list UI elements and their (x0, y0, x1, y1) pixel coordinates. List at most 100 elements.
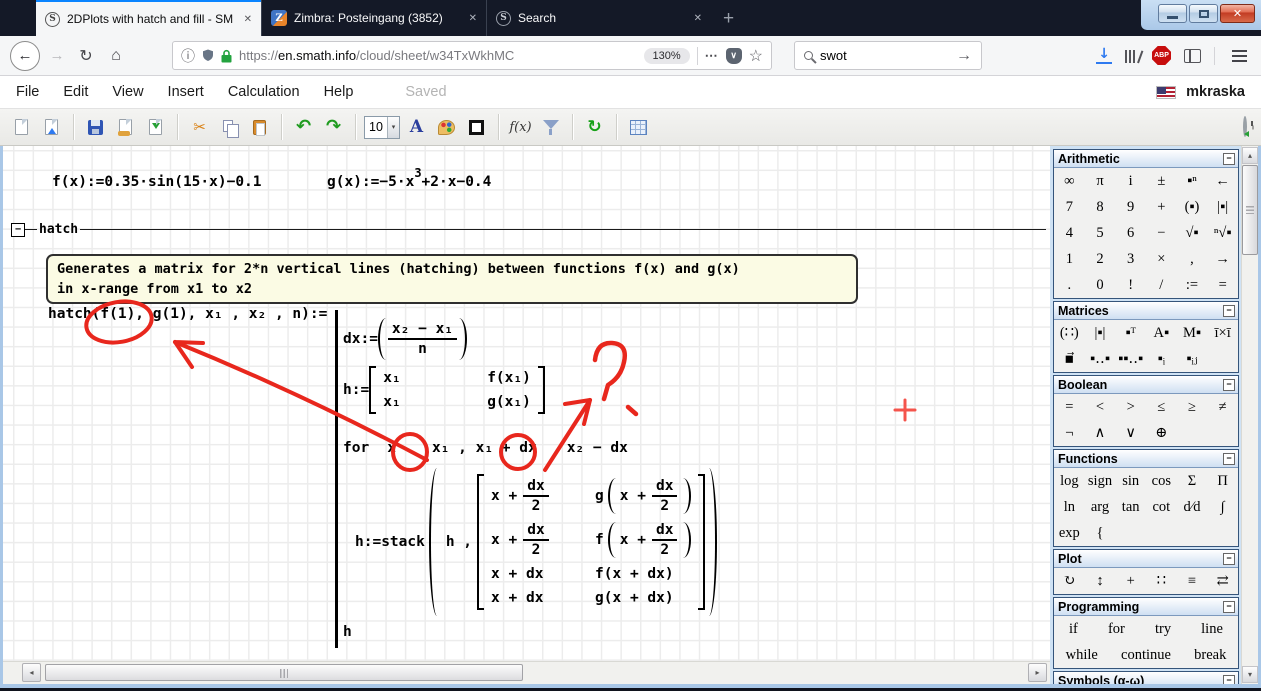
palette-button[interactable]: (▪) (1177, 194, 1208, 220)
palette-button[interactable]: ¬ (1054, 420, 1085, 446)
font-size-select[interactable]: 10 ▾ (364, 116, 400, 139)
scroll-left-button[interactable]: ◂ (22, 663, 41, 682)
palette-button[interactable]: tan (1115, 494, 1146, 520)
collapse-section-button[interactable]: − (1223, 601, 1235, 613)
reload-button[interactable]: ↻ (74, 46, 98, 66)
palette-button[interactable]: ↻ (1054, 568, 1085, 594)
palette-button[interactable]: ∫ (1207, 494, 1238, 520)
palette-button[interactable]: ≤ (1146, 394, 1177, 420)
palette-button[interactable]: Π (1207, 468, 1238, 494)
collapse-section-button[interactable]: − (1223, 379, 1235, 391)
palette-button[interactable]: for (1104, 616, 1129, 642)
palette-button[interactable]: line (1197, 616, 1227, 642)
home-button[interactable]: ⌂ (104, 47, 128, 65)
paste-button[interactable] (246, 114, 273, 141)
for-loop-line[interactable]: for x x₁ , x₁ + dx x₂ − dx (343, 440, 628, 456)
section-label[interactable]: hatch (37, 222, 80, 237)
new-sheet-button[interactable] (8, 114, 35, 141)
cut-button[interactable]: ✂ (186, 114, 213, 141)
border-button[interactable] (463, 114, 490, 141)
vertical-scrollbar[interactable]: ▴ ▾ (1241, 146, 1258, 684)
h-initial-assignment[interactable]: h:= x₁f(x₁) x₁g(x₁) (343, 366, 545, 414)
insert-function-button[interactable]: f(x) (507, 114, 534, 141)
palette-button[interactable]: = (1207, 272, 1238, 298)
pocket-icon[interactable]: ∨ (726, 48, 742, 64)
palette-button[interactable]: continue (1117, 642, 1175, 668)
palette-button[interactable]: log (1054, 468, 1085, 494)
username[interactable]: mkraska (1186, 84, 1245, 100)
menu-view[interactable]: View (112, 84, 143, 100)
palette-button[interactable]: ▪ᵢ (1146, 346, 1177, 372)
palette-button[interactable]: 4 (1054, 220, 1085, 246)
palette-button[interactable]: ≠ (1207, 394, 1238, 420)
menu-file[interactable]: File (16, 84, 39, 100)
redo-button[interactable]: ↷ (320, 114, 347, 141)
palette-button[interactable]: break (1190, 642, 1230, 668)
tab-close-icon[interactable]: ✕ (240, 14, 252, 25)
collapse-section-button[interactable]: − (1223, 453, 1235, 465)
palette-button[interactable]: sin (1115, 468, 1146, 494)
palette-button[interactable]: ∷ (1146, 568, 1177, 594)
palette-button[interactable]: ▪ᵀ (1115, 320, 1146, 346)
recalculate-button[interactable]: ↻ (581, 114, 608, 141)
tab-close-icon[interactable]: ✕ (690, 13, 702, 24)
palette-button[interactable]: ▪⃗ (1054, 346, 1085, 372)
palette-button[interactable]: + (1146, 194, 1177, 220)
page-actions-icon[interactable]: ⋯ (705, 48, 719, 64)
palette-button[interactable]: × (1146, 246, 1177, 272)
palette-button[interactable]: ∨ (1115, 420, 1146, 446)
dropdown-arrow-icon[interactable]: ▾ (387, 117, 399, 138)
tab-zimbra[interactable]: Z Zimbra: Posteingang (3852) ✕ (261, 0, 486, 36)
palette-button[interactable]: ↕ (1085, 568, 1116, 594)
palette-button[interactable]: . (1054, 272, 1085, 298)
menu-edit[interactable]: Edit (63, 84, 88, 100)
f-definition[interactable]: f(x):=0.35·sin(15·x)−0.1 (52, 174, 262, 190)
palette-button[interactable]: , (1177, 246, 1208, 272)
palette-button[interactable]: cos (1146, 468, 1177, 494)
return-value-h[interactable]: h (343, 624, 352, 640)
palette-button[interactable]: ± (1146, 168, 1177, 194)
menu-calculation[interactable]: Calculation (228, 84, 300, 100)
font-color-button[interactable]: A (403, 114, 430, 141)
download-sheet-button[interactable] (142, 114, 169, 141)
vertical-scroll-thumb[interactable] (1242, 165, 1258, 255)
palette-button[interactable]: ▪ᵢⱼ (1177, 346, 1208, 372)
collapse-section-button[interactable]: − (1223, 305, 1235, 317)
horizontal-scrollbar[interactable]: ◂ ▸ (3, 661, 1050, 684)
palette-button[interactable]: 0 (1085, 272, 1116, 298)
search-bar[interactable]: swot → (794, 41, 982, 70)
palette-button[interactable]: { (1085, 520, 1116, 546)
back-button[interactable]: ← (10, 41, 40, 71)
palette-button[interactable]: < (1085, 394, 1116, 420)
minimize-button[interactable] (1158, 4, 1187, 23)
palette-button[interactable]: ∧ (1085, 420, 1116, 446)
palette-button[interactable]: ▪ⁿ (1177, 168, 1208, 194)
palette-button[interactable]: 2 (1085, 246, 1116, 272)
palette-button[interactable]: ⁿ√▪ (1207, 220, 1238, 246)
palette-button[interactable]: 6 (1115, 220, 1146, 246)
palette-button[interactable]: ⇄ (1207, 568, 1238, 594)
adblock-icon[interactable]: ABP (1152, 46, 1171, 65)
zoom-level-badge[interactable]: 130% (644, 48, 690, 64)
history-button[interactable] (1243, 118, 1253, 136)
palette-button[interactable]: try (1151, 616, 1175, 642)
horizontal-scroll-thumb[interactable] (45, 664, 523, 681)
palette-button[interactable]: := (1177, 272, 1208, 298)
palette-button[interactable]: = (1054, 394, 1085, 420)
palette-button[interactable]: d⁄d (1177, 494, 1208, 520)
palette-button[interactable]: ! (1115, 272, 1146, 298)
palette-button[interactable]: 7 (1054, 194, 1085, 220)
h-stack-assignment[interactable]: h:=stack h , x +dx2 gx +dx2 x +dx2 (355, 468, 721, 616)
palette-button[interactable]: ln (1054, 494, 1085, 520)
dx-assignment[interactable]: dx:= x₂ − x₁n (343, 318, 467, 360)
description-note-box[interactable]: Generates a matrix for 2*n vertical line… (46, 254, 858, 304)
palette-button[interactable]: arg (1085, 494, 1116, 520)
g-definition[interactable]: g(x):=−5·x3+2·x−0.4 (327, 174, 491, 190)
palette-button[interactable]: 1 (1054, 246, 1085, 272)
background-color-button[interactable] (433, 114, 460, 141)
palette-button[interactable]: M▪ (1177, 320, 1208, 346)
palette-button[interactable]: cot (1146, 494, 1177, 520)
close-button[interactable]: ✕ (1220, 4, 1255, 23)
forward-button[interactable]: → (46, 47, 68, 64)
palette-button[interactable]: while (1062, 642, 1102, 668)
